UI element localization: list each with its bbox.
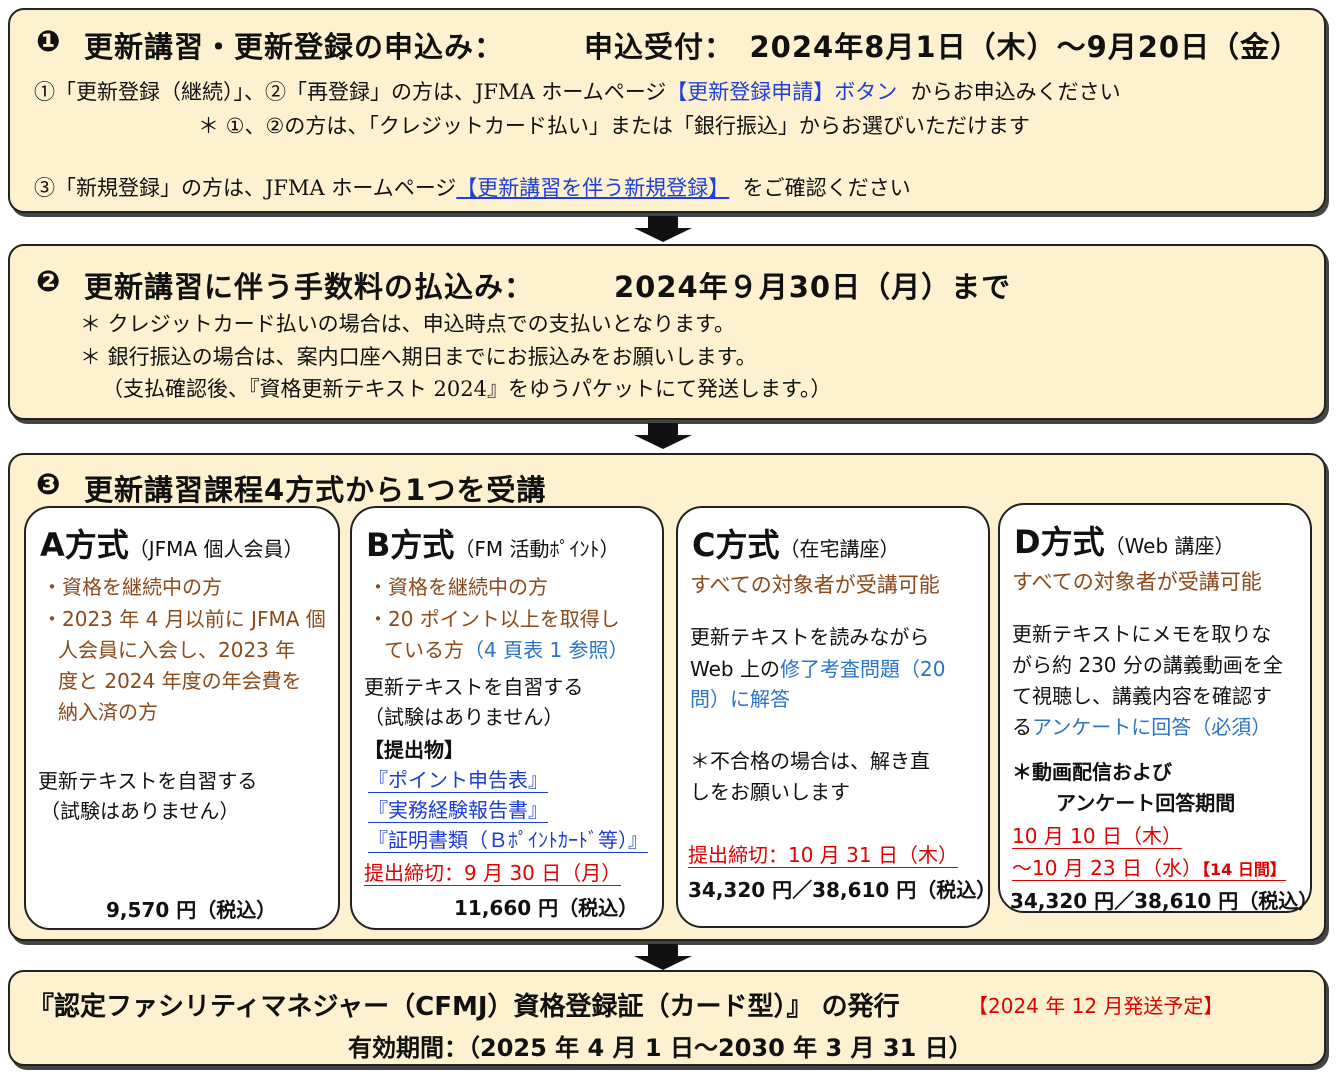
course-d-desc-4: るアンケートに回答（必須） bbox=[1012, 715, 1272, 739]
course-a-bullet-2b: 人会員に入会し、2023 年 bbox=[58, 638, 296, 662]
course-d-price: 34,320 円／38,610 円（税込） bbox=[1010, 889, 1319, 913]
course-d-desc-1: 更新テキストにメモを取りな bbox=[1012, 622, 1272, 646]
course-d-desc-3: て視聴し、講義内容を確認す bbox=[1012, 684, 1272, 708]
course-a-desc-2: （試験はありません） bbox=[40, 799, 240, 823]
course-b-bullet-2a: ・20 ポイント以上を取得し bbox=[368, 607, 620, 631]
course-b-submission-3: 『証明書類（Ｂﾎﾟｲﾝﾄｶｰﾄﾞ等）』 bbox=[368, 828, 648, 853]
step2-box: ❷ 更新講習に伴う手数料の払込み： 2024年９月30日（月）まで ＊ クレジッ… bbox=[8, 244, 1326, 420]
course-d-desc-2: がら約 230 分の講義動画を全 bbox=[1012, 653, 1283, 677]
course-b-desc-2: （試験はありません） bbox=[364, 705, 564, 729]
course-a-bullet-2d: 納入済の方 bbox=[58, 700, 158, 724]
course-a-desc-1: 更新テキストを自習する bbox=[38, 769, 258, 793]
course-d-period-2: ～10 月 23 日（水）【14 日間】 bbox=[1012, 856, 1286, 881]
course-c-desc-3: 問）に解答 bbox=[690, 687, 790, 711]
renewal-apply-link[interactable]: 【更新登録申請】ボタン bbox=[666, 80, 897, 104]
step2-line3: （支払確認後、『資格更新テキスト 2024』をゆうパケットにて発送します。） bbox=[102, 377, 832, 401]
course-a-bullet-2c: 度と 2024 年度の年会費を bbox=[58, 669, 302, 693]
course-d-card: D方式（Web 講座） すべての対象者が受講可能 更新テキストにメモを取りな が… bbox=[998, 503, 1318, 913]
course-a-title: A方式（JFMA 個人会員） bbox=[40, 526, 304, 564]
step2-title: 更新講習に伴う手数料の払込み： bbox=[84, 270, 535, 304]
new-registration-link[interactable]: 【更新講習を伴う新規登録】 bbox=[456, 176, 729, 200]
course-c-desc-1: 更新テキストを読みながら bbox=[690, 625, 930, 649]
course-b-price: 11,660 円（税込） bbox=[454, 896, 639, 920]
course-b-submission-1: 『ポイント申告表』 bbox=[368, 768, 548, 793]
step4-validity: 有効期間：（2025 年 4 月 1 日～2030 年 3 月 31 日） bbox=[348, 1034, 973, 1062]
course-d-note-1: ＊動画配信および bbox=[1012, 760, 1172, 784]
step1-title: 更新講習・更新登録の申込み： bbox=[84, 30, 505, 64]
course-b-bullet-2b: ている方（4 頁表 1 参照） bbox=[384, 638, 629, 662]
course-b-title: B方式（FM 活動ﾎﾟｲﾝﾄ） bbox=[366, 526, 620, 564]
step4-title: 『認定ファシリティマネジャー（CFMJ）資格登録証（カード型）』 の発行 bbox=[28, 992, 900, 1022]
course-b-submission-2: 『実務経験報告書』 bbox=[368, 798, 548, 823]
course-c-title: C方式（在宅講座） bbox=[692, 526, 900, 564]
step1-line2: ＊ ①、②の方は、「クレジットカード払い」または「銀行振込」からお選びいただけま… bbox=[198, 114, 1030, 138]
step2-period: 2024年９月30日（月）まで bbox=[614, 270, 1012, 304]
course-c-note-2: しをお願いします bbox=[690, 780, 850, 804]
course-b-card: B方式（FM 活動ﾎﾟｲﾝﾄ） ・資格を継続中の方 ・20 ポイント以上を取得し… bbox=[350, 506, 664, 930]
course-a-bullet-2a: ・2023 年 4 月以前に JFMA 個 bbox=[42, 607, 326, 631]
step1-number: ❶ bbox=[36, 24, 62, 58]
step2-line2: ＊ 銀行振込の場合は、案内口座へ期日までにお振込みをお願いします。 bbox=[80, 345, 757, 369]
step1-period: 申込受付： 2024年8月1日（木）～9月20日（金） bbox=[584, 30, 1301, 64]
course-c-price: 34,320 円／38,610 円（税込） bbox=[688, 878, 997, 902]
course-b-deadline: 提出締切：9 月 30 日（月） bbox=[364, 861, 622, 886]
course-a-price: 9,570 円（税込） bbox=[106, 898, 277, 922]
step4-box: 『認定ファシリティマネジャー（CFMJ）資格登録証（カード型）』 の発行 【20… bbox=[8, 970, 1326, 1066]
step1-line3: ③「新規登録」の方は、JFMA ホームページ【更新講習を伴う新規登録】 をご確認… bbox=[34, 176, 911, 200]
step4-shipping-note: 【2024 年 12 月発送予定】 bbox=[968, 994, 1224, 1018]
course-d-note-2: アンケート回答期間 bbox=[1056, 791, 1236, 815]
step2-line1: ＊ クレジットカード払いの場合は、申込時点での支払いとなります。 bbox=[80, 312, 735, 336]
step3-number: ❸ bbox=[36, 467, 62, 501]
step1-line1: ①「更新登録（継続）」、②「再登録」の方は、JFMA ホームページ【更新登録申請… bbox=[34, 80, 1121, 104]
step3-title: 更新講習課程4方式から1つを受講 bbox=[84, 473, 547, 507]
course-a-card: A方式（JFMA 個人会員） ・資格を継続中の方 ・2023 年 4 月以前に … bbox=[24, 506, 340, 930]
course-d-target: すべての対象者が受講可能 bbox=[1012, 570, 1262, 594]
course-a-bullet-1: ・資格を継続中の方 bbox=[42, 575, 222, 599]
course-c-card: C方式（在宅講座） すべての対象者が受講可能 更新テキストを読みながら Web … bbox=[676, 506, 996, 928]
course-d-title: D方式（Web 講座） bbox=[1014, 523, 1235, 561]
step2-number: ❷ bbox=[36, 264, 62, 298]
course-b-desc-1: 更新テキストを自習する bbox=[364, 675, 584, 699]
course-d-period-1: 10 月 10 日（木） bbox=[1012, 824, 1182, 849]
course-c-target: すべての対象者が受講可能 bbox=[690, 573, 940, 597]
step1-box: ❶ 更新講習・更新登録の申込み： 申込受付： 2024年8月1日（木）～9月20… bbox=[8, 8, 1326, 213]
course-b-bullet-1: ・資格を継続中の方 bbox=[368, 575, 548, 599]
course-c-deadline: 提出締切：10 月 31 日（木） bbox=[688, 843, 958, 868]
course-c-note-1: ＊不合格の場合は、解き直 bbox=[690, 749, 930, 773]
course-b-submission-heading: 【提出物】 bbox=[364, 738, 464, 762]
course-c-desc-2: Web 上の修了考査問題（20 bbox=[690, 657, 946, 681]
